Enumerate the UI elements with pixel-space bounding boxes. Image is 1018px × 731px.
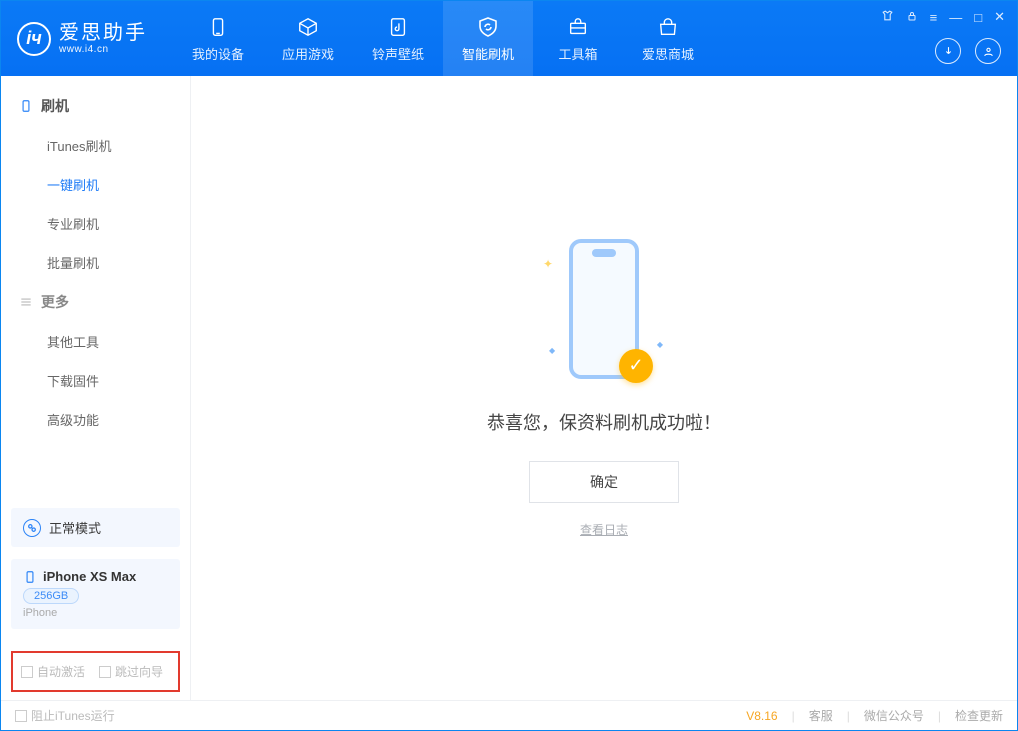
main-tabs: 我的设备 应用游戏 铃声壁纸 智能刷机: [173, 1, 713, 76]
sparkle-icon: ◆: [549, 346, 555, 355]
sidebar-group-more: 更多: [1, 282, 190, 322]
checkbox-icon: [99, 666, 111, 678]
brand-url: www.i4.cn: [59, 44, 147, 55]
tab-label: 智能刷机: [462, 44, 514, 63]
sidebar-group-flash: 刷机: [1, 86, 190, 126]
device-name: iPhone XS Max: [43, 569, 136, 584]
body: 刷机 iTunes刷机 一键刷机 专业刷机 批量刷机 更多 其他工具 下载固件 …: [1, 76, 1017, 700]
sidebar-item-other-tools[interactable]: 其他工具: [1, 322, 190, 361]
titlebar-right-buttons: [935, 38, 1001, 64]
success-message: 恭喜您，保资料刷机成功啦！: [487, 409, 721, 435]
link-wechat[interactable]: 微信公众号: [864, 707, 924, 724]
checkbox-icon: [21, 666, 33, 678]
close-icon[interactable]: ✕: [994, 9, 1005, 25]
brand-name: 爱思助手: [59, 22, 147, 44]
tab-label: 工具箱: [558, 44, 597, 63]
mode-icon: [23, 519, 41, 537]
group-title: 更多: [41, 292, 69, 312]
tab-label: 我的设备: [192, 44, 244, 63]
tab-my-device[interactable]: 我的设备: [173, 1, 263, 76]
options-highlight-box: 自动激活 跳过向导: [11, 651, 180, 692]
tab-label: 爱思商城: [642, 44, 694, 63]
tab-label: 应用游戏: [282, 44, 334, 63]
menu-icon[interactable]: ≡: [930, 10, 938, 25]
tab-smart-flash[interactable]: 智能刷机: [443, 1, 533, 76]
checkbox-icon: [15, 710, 27, 722]
window-controls-top: ≡ — □ ✕: [881, 9, 1005, 25]
toolbox-icon: [565, 14, 591, 40]
device-card[interactable]: iPhone XS Max 256GB iPhone: [11, 559, 180, 629]
tab-store[interactable]: 爱思商城: [623, 1, 713, 76]
checkbox-label: 跳过向导: [115, 663, 163, 680]
checkbox-skip-guide[interactable]: 跳过向导: [99, 663, 163, 680]
tab-ringtone-wallpaper[interactable]: 铃声壁纸: [353, 1, 443, 76]
music-file-icon: [385, 14, 411, 40]
device-type: iPhone: [23, 607, 168, 619]
tab-label: 铃声壁纸: [372, 44, 424, 63]
refresh-shield-icon: [475, 14, 501, 40]
titlebar: iч 爱思助手 www.i4.cn 我的设备 应用游戏: [1, 1, 1017, 76]
logo-mark-icon: iч: [17, 22, 51, 56]
mode-label: 正常模式: [49, 518, 101, 537]
sidebar-item-oneclick-flash[interactable]: 一键刷机: [1, 165, 190, 204]
sidebar-item-pro-flash[interactable]: 专业刷机: [1, 204, 190, 243]
store-icon: [655, 14, 681, 40]
group-title: 刷机: [41, 96, 69, 116]
mode-card[interactable]: 正常模式: [11, 508, 180, 547]
minimize-icon[interactable]: —: [949, 10, 962, 25]
view-log-link[interactable]: 查看日志: [580, 521, 628, 538]
link-support[interactable]: 客服: [809, 707, 833, 724]
main-content: ✦ ◆ ◆ ✓ 恭喜您，保资料刷机成功啦！ 确定 查看日志: [191, 76, 1017, 700]
success-illustration: ✦ ◆ ◆ ✓: [559, 239, 649, 389]
ok-button[interactable]: 确定: [529, 461, 679, 503]
sidebar-item-itunes-flash[interactable]: iTunes刷机: [1, 126, 190, 165]
checkbox-label: 自动激活: [37, 663, 85, 680]
account-button[interactable]: [975, 38, 1001, 64]
device-capacity: 256GB: [23, 588, 79, 604]
statusbar: 阻止iTunes运行 V8.16 | 客服 | 微信公众号 | 检查更新: [1, 700, 1017, 730]
app-window: iч 爱思助手 www.i4.cn 我的设备 应用游戏: [0, 0, 1018, 731]
maximize-icon[interactable]: □: [974, 10, 982, 25]
tab-toolbox[interactable]: 工具箱: [533, 1, 623, 76]
sidebar: 刷机 iTunes刷机 一键刷机 专业刷机 批量刷机 更多 其他工具 下载固件 …: [1, 76, 191, 700]
app-logo: iч 爱思助手 www.i4.cn: [1, 1, 163, 76]
sidebar-item-advanced[interactable]: 高级功能: [1, 400, 190, 439]
cube-icon: [295, 14, 321, 40]
checkbox-block-itunes[interactable]: 阻止iTunes运行: [15, 707, 115, 724]
shirt-icon[interactable]: [881, 9, 894, 25]
version-label: V8.16: [746, 709, 777, 723]
tab-apps-games[interactable]: 应用游戏: [263, 1, 353, 76]
sparkle-icon: ✦: [543, 257, 553, 271]
download-button[interactable]: [935, 38, 961, 64]
checkbox-label: 阻止iTunes运行: [31, 707, 115, 724]
lock-icon[interactable]: [906, 10, 918, 25]
sidebar-item-download-firmware[interactable]: 下载固件: [1, 361, 190, 400]
sidebar-item-batch-flash[interactable]: 批量刷机: [1, 243, 190, 282]
link-check-update[interactable]: 检查更新: [955, 707, 1003, 724]
sparkle-icon: ◆: [657, 340, 663, 349]
check-badge-icon: ✓: [619, 349, 653, 383]
device-icon: [205, 14, 231, 40]
checkbox-auto-activate[interactable]: 自动激活: [21, 663, 85, 680]
